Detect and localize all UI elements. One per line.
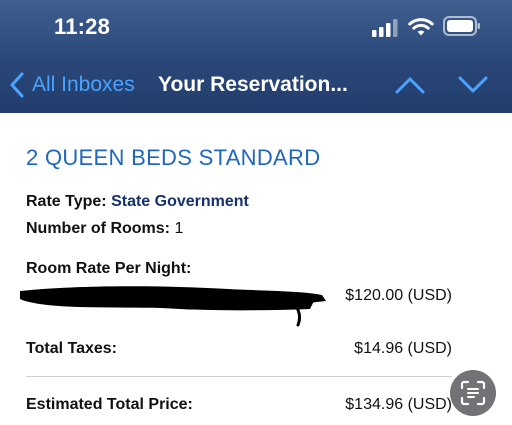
chevron-up-icon[interactable] bbox=[394, 74, 426, 96]
total-value: $134.96 (USD) bbox=[345, 396, 452, 413]
wifi-icon bbox=[408, 18, 434, 36]
rate-type-row: Rate Type: State Government bbox=[26, 193, 249, 211]
navigation-header: 11:28 All Inboxes Your Reservation... bbox=[0, 0, 512, 113]
live-text-scan-icon bbox=[460, 380, 486, 406]
rooms-row: Number of Rooms: 1 bbox=[26, 220, 183, 238]
taxes-label: Total Taxes: bbox=[26, 340, 117, 357]
cellular-signal-icon bbox=[372, 19, 398, 37]
divider bbox=[26, 376, 452, 377]
rate-type-value: State Government bbox=[111, 193, 249, 210]
rate-per-night-label: Room Rate Per Night: bbox=[26, 260, 192, 277]
back-button-label: All Inboxes bbox=[32, 73, 135, 96]
battery-icon bbox=[443, 16, 480, 36]
redaction-mark bbox=[20, 286, 326, 327]
nav-title: Your Reservation... bbox=[158, 73, 348, 96]
status-time: 11:28 bbox=[54, 14, 111, 39]
taxes-value: $14.96 (USD) bbox=[354, 340, 452, 357]
total-label: Estimated Total Price: bbox=[26, 396, 193, 413]
chevron-down-icon[interactable] bbox=[457, 74, 489, 96]
nav-row: All Inboxes Your Reservation... bbox=[0, 62, 512, 108]
rooms-label: Number of Rooms: bbox=[26, 220, 170, 237]
live-text-button[interactable] bbox=[450, 370, 496, 416]
rate-per-night-value: $120.00 (USD) bbox=[345, 287, 452, 304]
back-button[interactable]: All Inboxes bbox=[10, 70, 135, 100]
chevron-left-icon bbox=[10, 72, 24, 98]
room-type-heading: 2 QUEEN BEDS STANDARD bbox=[26, 145, 321, 170]
rooms-value: 1 bbox=[174, 220, 184, 237]
email-body: 2 QUEEN BEDS STANDARD Rate Type: State G… bbox=[0, 113, 512, 425]
rate-type-label: Rate Type: bbox=[26, 193, 107, 210]
